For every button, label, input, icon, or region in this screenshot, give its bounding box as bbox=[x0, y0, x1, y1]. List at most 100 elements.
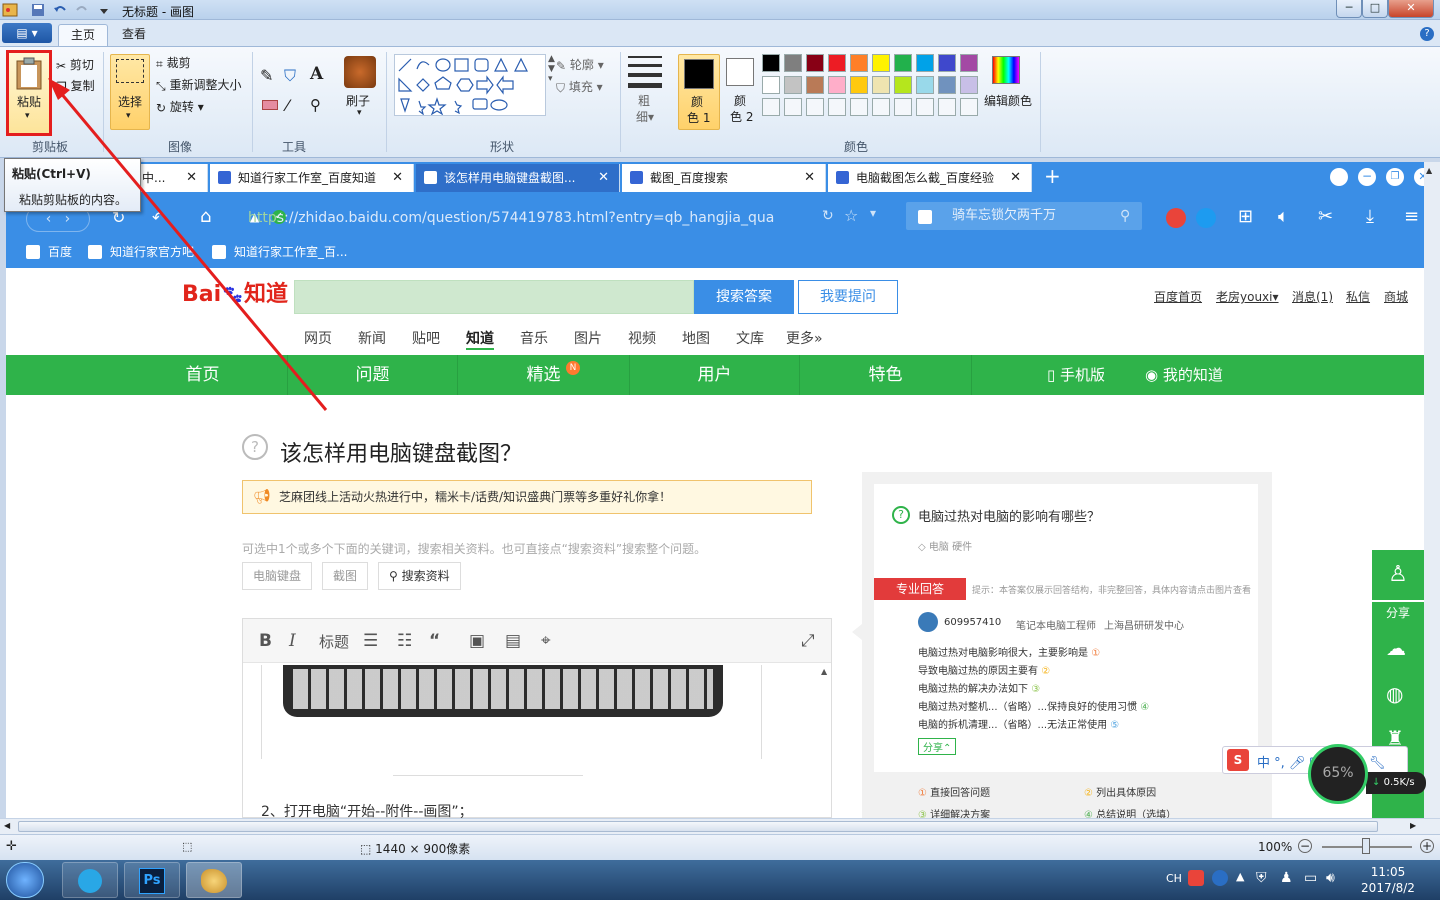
taskbar-browser[interactable] bbox=[62, 862, 118, 898]
brush-icon[interactable] bbox=[344, 56, 376, 88]
save-icon[interactable] bbox=[30, 2, 46, 18]
zoom-out-button[interactable]: − bbox=[1298, 839, 1312, 853]
gnav-featured[interactable]: 精选 N bbox=[458, 355, 630, 395]
tag-screenshot[interactable]: 截图 bbox=[322, 562, 369, 590]
color-swatch[interactable] bbox=[762, 98, 780, 116]
gnav-my-zhidao[interactable]: ◉ 我的知道 bbox=[1136, 355, 1232, 395]
link-mall[interactable]: 商城 bbox=[1384, 288, 1408, 305]
editor-scroll-up[interactable]: ▲ bbox=[821, 667, 827, 676]
outline-button[interactable]: ✎ 轮廓 ▾ bbox=[556, 56, 604, 74]
help-icon[interactable]: ? bbox=[1420, 27, 1434, 41]
cut-button[interactable]: ✂ 剪切 bbox=[56, 56, 94, 74]
pasted-browser-screenshot[interactable]: 中... ✕ 知道行家工作室_百度知道 ✕ 该怎样用电脑键盘截图... ✕ 截图_百度… bbox=[6, 162, 1424, 818]
bookmark-zhidao-hangjia[interactable]: 知道行家官方吧 bbox=[88, 242, 194, 262]
tray-shield-icon[interactable]: ⛨ bbox=[1256, 870, 1267, 886]
eraser-icon[interactable] bbox=[262, 100, 278, 110]
undo-close-icon[interactable]: ↶ bbox=[152, 208, 165, 227]
share-small-button[interactable]: 分享⌃ bbox=[918, 738, 957, 755]
fill-bucket-icon[interactable]: ⛉ bbox=[284, 66, 296, 86]
rainbow-icon[interactable] bbox=[992, 56, 1020, 84]
pencil-icon[interactable]: ✎ bbox=[260, 66, 273, 85]
maximize-icon[interactable]: ❐ bbox=[1386, 168, 1404, 186]
extension-blue-icon[interactable] bbox=[1196, 208, 1216, 228]
color2-swatch[interactable] bbox=[726, 58, 754, 86]
color-swatch[interactable] bbox=[828, 54, 846, 72]
favorite-star-icon[interactable]: ☆ bbox=[844, 206, 858, 225]
wechat-icon[interactable]: ☁ bbox=[1386, 636, 1406, 660]
resize-button[interactable]: ⤡ 重新调整大小 bbox=[156, 76, 241, 94]
horizontal-scrollbar[interactable]: ◀ ▶ bbox=[0, 818, 1440, 834]
answer-editor[interactable]: B I 标题 ☰ ☷ “ ▣ ▤ ⌖ ⤢ ▲ 2、打开电脑“开始--附件--画图… bbox=[242, 618, 832, 818]
close-tab-icon[interactable]: ✕ bbox=[186, 164, 197, 192]
ordered-list-icon[interactable]: ☰ bbox=[363, 631, 378, 651]
user-feedback-icon[interactable]: ♙ bbox=[1372, 550, 1424, 600]
close-tab-icon[interactable]: ✕ bbox=[392, 164, 403, 192]
gnav-questions[interactable]: 问题 bbox=[288, 355, 458, 395]
color-swatch[interactable] bbox=[850, 76, 868, 94]
italic-button[interactable]: I bbox=[289, 631, 296, 651]
gnav-users[interactable]: 用户 bbox=[630, 355, 800, 395]
color-swatch[interactable] bbox=[828, 98, 846, 116]
copy-button[interactable]: ❐ 复制 bbox=[56, 77, 95, 95]
browser-search-input[interactable]: 骑车忘锁欠两千万 bbox=[906, 202, 1142, 230]
nav-web[interactable]: 网页 bbox=[304, 328, 332, 348]
question-search-input[interactable] bbox=[294, 280, 694, 314]
search-material-button[interactable]: ⚲ 搜索资料 bbox=[378, 562, 461, 590]
color-swatch[interactable] bbox=[784, 76, 802, 94]
system-clock[interactable]: 11:05 2017/8/2 bbox=[1356, 864, 1420, 896]
color-swatch[interactable] bbox=[938, 54, 956, 72]
activity-notice[interactable]: 📢︎ 芝麻团线上活动火热进行中，糯米卡/话费/知识盛典门票等多重好礼你拿！ bbox=[242, 480, 812, 514]
color-swatch[interactable] bbox=[894, 76, 912, 94]
color-swatch[interactable] bbox=[872, 54, 890, 72]
zoom-in-button[interactable]: + bbox=[1420, 839, 1434, 853]
shapes-scroll[interactable]: ▲ ▼ ▾ bbox=[548, 54, 555, 84]
color-swatch[interactable] bbox=[762, 54, 780, 72]
sound-icon[interactable]: 🔈︎ bbox=[1278, 206, 1289, 227]
nav-tieba[interactable]: 贴吧 bbox=[412, 328, 440, 348]
gnav-home[interactable]: 首页 bbox=[118, 355, 288, 395]
crop-button[interactable]: ⌗ 裁剪 bbox=[156, 54, 191, 72]
color1-button[interactable]: 颜 色 1 bbox=[678, 54, 720, 130]
location-icon[interactable]: ⌖ bbox=[541, 631, 551, 651]
reader-icon[interactable]: ↻ bbox=[822, 208, 834, 224]
redo-icon[interactable] bbox=[74, 2, 90, 18]
paint-menu-button[interactable]: ▤ ▾ bbox=[2, 23, 52, 43]
link-baidu-home[interactable]: 百度首页 bbox=[1154, 288, 1202, 305]
browser-tab[interactable]: 电脑截图怎么截_百度经验 ✕ bbox=[828, 164, 1032, 192]
unordered-list-icon[interactable]: ☷ bbox=[397, 631, 412, 651]
tray-expand-icon[interactable]: ▲ bbox=[1236, 870, 1244, 883]
browser-tab[interactable]: 截图_百度搜索 ✕ bbox=[622, 164, 826, 192]
color-swatch[interactable] bbox=[916, 98, 934, 116]
magnifier-icon[interactable]: ⚲ bbox=[310, 96, 321, 114]
color-swatch[interactable] bbox=[784, 98, 802, 116]
customize-quick-access-icon[interactable] bbox=[96, 2, 112, 18]
nav-video[interactable]: 视频 bbox=[628, 328, 656, 348]
apps-icon[interactable]: ⊞ bbox=[1238, 206, 1253, 227]
close-tab-icon[interactable]: ✕ bbox=[598, 164, 609, 192]
fill-button[interactable]: ⛉ 填充 ▾ bbox=[556, 78, 603, 96]
home-icon[interactable]: ⌂ bbox=[200, 206, 211, 227]
nav-map[interactable]: 地图 bbox=[682, 328, 710, 348]
browser-tab-active[interactable]: 该怎样用电脑键盘截图... ✕ bbox=[416, 164, 620, 192]
shapes-gallery[interactable] bbox=[394, 54, 546, 116]
search-icon[interactable]: ⚲ bbox=[1120, 208, 1130, 224]
browser-tab[interactable]: 知道行家工作室_百度知道 ✕ bbox=[210, 164, 414, 192]
weibo-icon[interactable]: ◍ bbox=[1386, 682, 1403, 706]
dropdown-icon[interactable]: ▾ bbox=[870, 206, 876, 220]
ask-question-button[interactable]: 我要提问 bbox=[798, 280, 898, 314]
download-icon[interactable]: ⤓ bbox=[1366, 206, 1374, 227]
color-swatch[interactable] bbox=[960, 76, 978, 94]
tag-keyboard[interactable]: 电脑键盘 bbox=[242, 562, 313, 590]
close-tab-icon[interactable]: ✕ bbox=[1010, 164, 1021, 192]
tray-qq-icon[interactable]: ♟ bbox=[1280, 870, 1293, 886]
menu-icon[interactable]: ≡ bbox=[1404, 206, 1419, 227]
language-indicator[interactable]: CH bbox=[1166, 872, 1182, 885]
undo-icon[interactable] bbox=[52, 2, 68, 18]
close-tab-icon[interactable]: ✕ bbox=[804, 164, 815, 192]
color-swatch[interactable] bbox=[806, 54, 824, 72]
close-button[interactable]: ✕ bbox=[1388, 0, 1434, 18]
image-icon[interactable]: ▣ bbox=[469, 631, 485, 651]
new-tab-button[interactable]: + bbox=[1044, 164, 1061, 188]
color-swatch[interactable] bbox=[938, 98, 956, 116]
shirt-icon[interactable] bbox=[1330, 168, 1348, 186]
